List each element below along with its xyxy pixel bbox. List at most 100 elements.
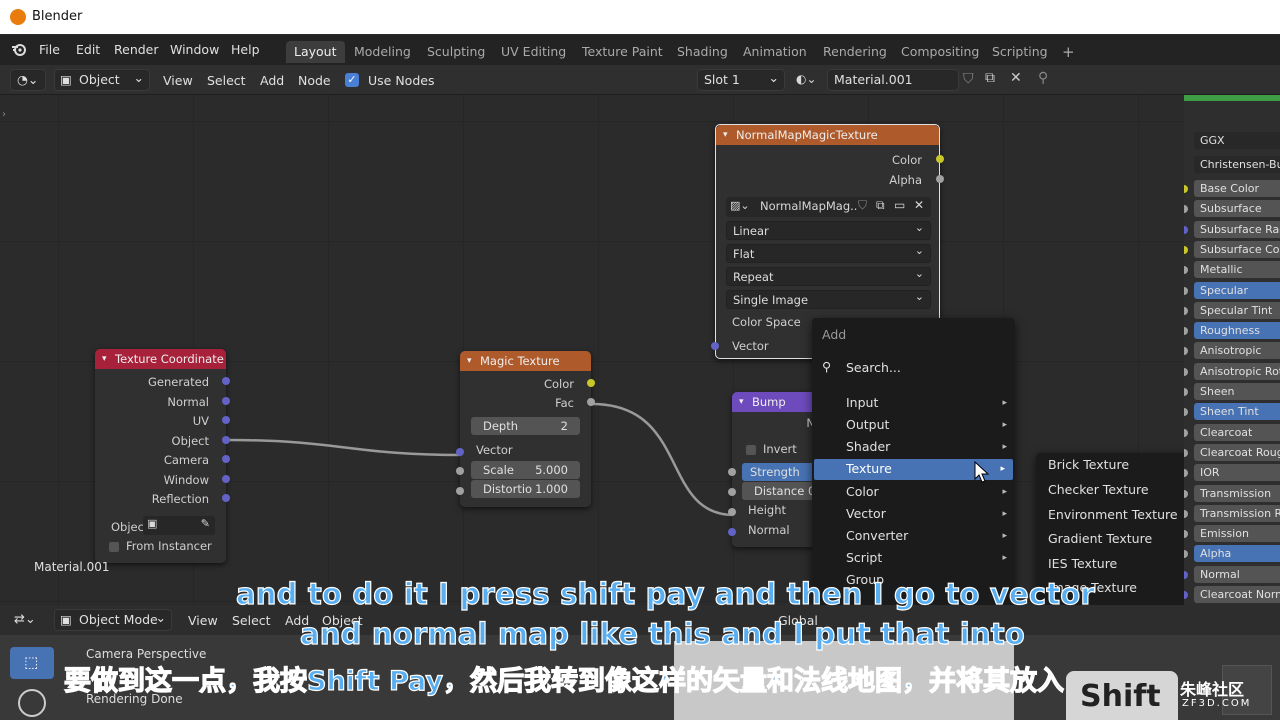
add-menu-search[interactable]: Search... — [846, 360, 901, 375]
image-selector[interactable]: ▨⌄ NormalMapMag.. ⛉ ⧉ ▭ ✕ — [726, 197, 931, 217]
bsdf-input-field[interactable]: IOR — [1194, 464, 1280, 482]
tab-rendering[interactable]: Rendering — [815, 41, 895, 63]
tab-scripting[interactable]: Scripting — [984, 41, 1056, 63]
menu-add[interactable]: Add — [260, 73, 284, 88]
bsdf-input-socket[interactable] — [1184, 388, 1188, 396]
menu-window[interactable]: Window — [170, 42, 219, 57]
bsdf-input-field[interactable]: Clearcoat Norm — [1194, 586, 1280, 603]
texture-coordinate-node[interactable]: Texture Coordinate Generated Normal UV O… — [95, 349, 230, 563]
cursor-tool-icon[interactable] — [18, 689, 46, 717]
magic-texture-node-header[interactable]: Magic Texture — [460, 351, 591, 371]
texture-coordinate-node-header[interactable]: Texture Coordinate — [95, 349, 226, 369]
input-distortion-socket[interactable] — [456, 487, 464, 495]
bsdf-input-field[interactable]: Subsurface — [1194, 200, 1280, 218]
bsdf-input-field[interactable]: Sheen Tint — [1194, 403, 1280, 421]
image-browse-icon[interactable]: ▨⌄ — [730, 199, 750, 212]
fake-user-shield-icon[interactable]: ⛉ — [858, 198, 867, 213]
viewport-menu-view[interactable]: View — [188, 613, 218, 628]
distortion-field[interactable]: Distortio 1.000 — [471, 480, 580, 498]
bsdf-input-socket[interactable] — [1184, 550, 1188, 559]
output-uv-socket[interactable] — [222, 416, 230, 424]
duplicate-material-icon[interactable]: ⧉ — [985, 70, 995, 86]
bsdf-input-field[interactable]: Clearcoat — [1194, 423, 1280, 441]
submenu-environment-texture[interactable]: Environment Texture — [1048, 507, 1178, 522]
bsdf-input-socket[interactable] — [1184, 266, 1188, 275]
bsdf-input-field[interactable]: Subsurface Rad — [1194, 220, 1280, 238]
bsdf-input-socket[interactable] — [1184, 347, 1188, 356]
bsdf-input-field[interactable]: Clearcoat Roug — [1194, 443, 1280, 461]
menu-view[interactable]: View — [163, 73, 193, 88]
bsdf-input-socket[interactable] — [1184, 570, 1188, 579]
source-dropdown[interactable]: Single Image — [726, 288, 931, 309]
tab-texture-paint[interactable]: Texture Paint — [574, 41, 671, 63]
output-color-socket[interactable] — [587, 379, 595, 387]
slot-dropdown[interactable]: Slot 1 ⌄ — [697, 69, 785, 91]
node-editor-canvas[interactable]: › NormalMapMagicTexture Color Alpha ▨⌄ N… — [0, 95, 1280, 605]
fake-user-shield-icon[interactable]: ⛉ — [963, 71, 974, 87]
bsdf-input-socket[interactable] — [1184, 530, 1188, 539]
bsdf-input-socket[interactable] — [1184, 428, 1188, 437]
strength-field[interactable]: Strength — [742, 463, 822, 481]
submenu-ies-texture[interactable]: IES Texture — [1048, 556, 1117, 571]
distribution-dropdown[interactable]: GGX — [1194, 132, 1280, 149]
distance-field[interactable]: Distance 0 — [742, 482, 822, 500]
submenu-brick-texture[interactable]: Brick Texture — [1048, 457, 1129, 472]
tab-layout[interactable]: Layout — [286, 41, 345, 63]
object-type-dropdown[interactable]: ▣ Object ⌄ — [54, 69, 150, 91]
menu-edit[interactable]: Edit — [76, 42, 100, 57]
mode-dropdown[interactable]: ▣ Object Mode ⌄ — [54, 609, 172, 631]
magic-texture-node[interactable]: Magic Texture Color Fac Depth 2 Vector S… — [456, 351, 595, 507]
tab-shading[interactable]: Shading — [669, 41, 736, 63]
invert-checkbox[interactable] — [746, 445, 756, 455]
bump-node-header[interactable]: Bump — [732, 392, 817, 412]
input-height-socket[interactable] — [728, 508, 736, 516]
bsdf-input-socket[interactable] — [1184, 306, 1188, 315]
duplicate-image-icon[interactable]: ⧉ — [876, 198, 885, 213]
menu-node[interactable]: Node — [298, 73, 331, 88]
bsdf-input-field[interactable]: Sheen — [1194, 383, 1280, 400]
material-sphere-icon[interactable]: ◐⌄ — [796, 72, 817, 86]
editor-type-icon[interactable]: ⇄⌄ — [14, 612, 36, 627]
eyedropper-icon[interactable]: ✎ — [201, 517, 210, 530]
menu-file[interactable]: File — [39, 42, 60, 57]
input-distance-socket[interactable] — [728, 488, 736, 496]
from-instancer-checkbox[interactable] — [109, 542, 119, 552]
bsdf-input-field[interactable]: Anisotropic — [1194, 342, 1280, 360]
output-camera-socket[interactable] — [222, 455, 230, 463]
object-picker-field[interactable]: ▣ ✎ — [143, 516, 215, 535]
menu-help[interactable]: Help — [231, 42, 260, 57]
unlink-material-icon[interactable]: ✕ — [1010, 70, 1022, 86]
output-window-socket[interactable] — [222, 475, 230, 483]
bsdf-input-field[interactable]: Normal — [1194, 565, 1280, 583]
bsdf-input-field[interactable]: Anisotropic Rot — [1194, 362, 1280, 380]
tab-compositing[interactable]: Compositing — [893, 41, 987, 63]
add-workspace-button[interactable]: + — [1054, 41, 1083, 63]
menu-item-color[interactable]: Color ▸ — [812, 482, 1015, 503]
depth-field[interactable]: Depth 2 — [471, 417, 580, 435]
output-fac-socket[interactable] — [587, 398, 595, 406]
bsdf-input-socket[interactable] — [1184, 408, 1188, 417]
bsdf-input-socket[interactable] — [1184, 367, 1188, 376]
bsdf-input-field[interactable]: Emission — [1194, 525, 1280, 543]
bsdf-input-socket[interactable] — [1184, 185, 1188, 193]
bsdf-input-socket[interactable] — [1184, 509, 1188, 518]
menu-render[interactable]: Render — [114, 42, 159, 57]
input-normal-socket[interactable] — [728, 528, 736, 536]
menu-item-script[interactable]: Script ▸ — [812, 548, 1015, 569]
input-vector-socket[interactable] — [711, 342, 719, 350]
submenu-checker-texture[interactable]: Checker Texture — [1048, 482, 1149, 497]
menu-select[interactable]: Select — [207, 73, 246, 88]
output-normal-socket[interactable] — [222, 397, 230, 405]
viewport-menu-select[interactable]: Select — [232, 613, 271, 628]
tab-sculpting[interactable]: Sculpting — [419, 41, 493, 63]
editor-type-dropdown[interactable]: ◔⌄ — [10, 69, 46, 91]
bsdf-input-socket[interactable] — [1184, 327, 1188, 336]
select-tool-button[interactable]: ⬚ — [10, 647, 54, 679]
bsdf-input-field[interactable]: Roughness — [1194, 322, 1280, 340]
submenu-gradient-texture[interactable]: Gradient Texture — [1048, 531, 1152, 546]
menu-item-shader[interactable]: Shader ▸ — [812, 437, 1015, 458]
bsdf-input-field[interactable]: Transmission R — [1194, 504, 1280, 522]
blender-menu-icon[interactable] — [10, 41, 28, 59]
bsdf-input-socket[interactable] — [1184, 448, 1188, 457]
output-alpha-socket[interactable] — [936, 175, 944, 183]
